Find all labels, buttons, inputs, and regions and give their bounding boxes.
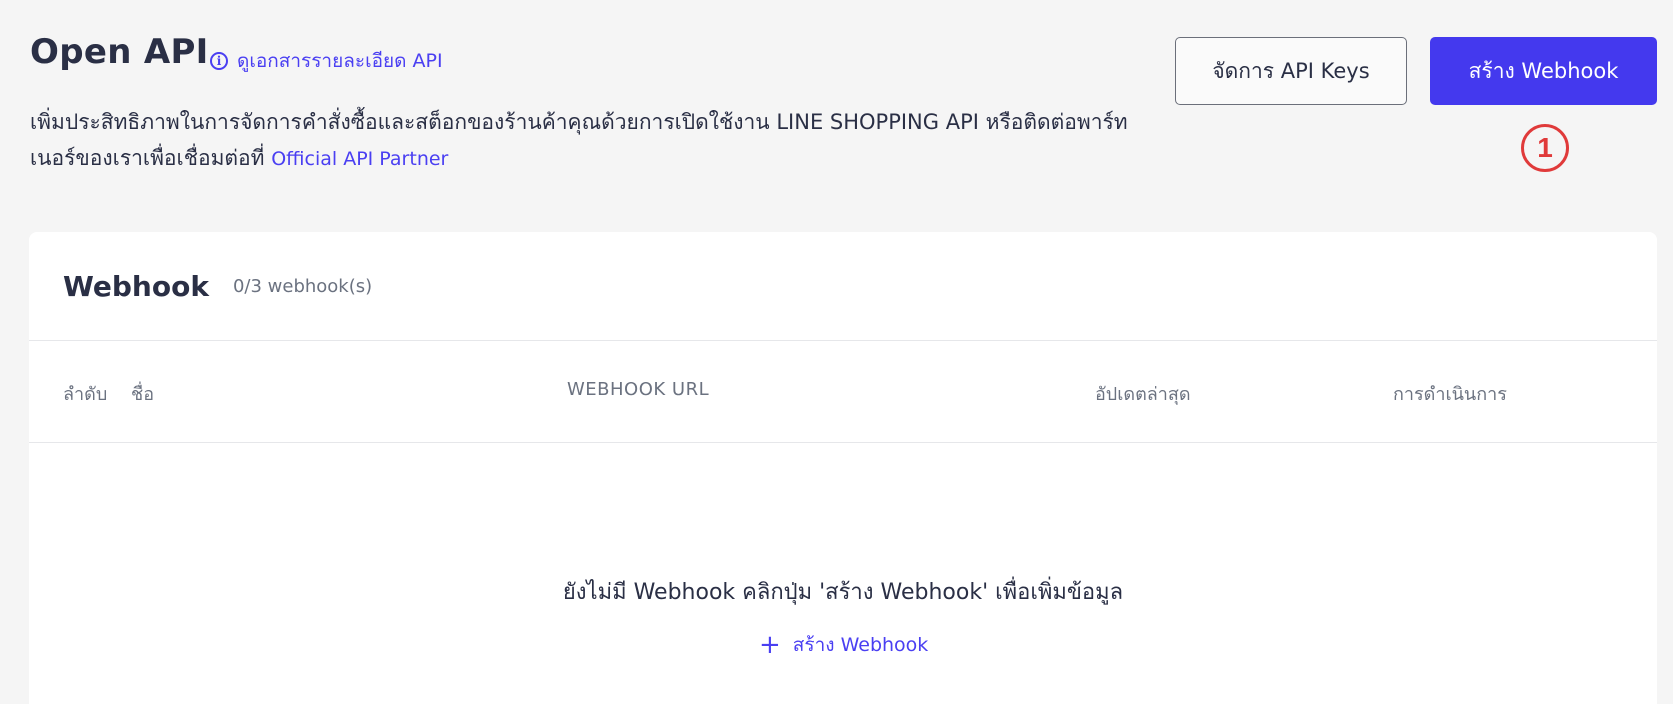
webhook-card: Webhook 0/3 webhook(s) ลำดับ ชื่อ WEBHOO… bbox=[29, 232, 1657, 704]
page-title: Open API bbox=[30, 32, 209, 72]
api-docs-link[interactable]: i ดูเอกสารรายละเอียด API bbox=[210, 46, 443, 76]
page-description: เพิ่มประสิทธิภาพในการจัดการคำสั่งซื้อและ… bbox=[30, 104, 1150, 177]
column-header-last-updated: อัปเดตล่าสุด bbox=[1095, 384, 1191, 405]
column-header-webhook-url: WEBHOOK URL bbox=[567, 379, 710, 400]
webhook-card-title: Webhook bbox=[63, 269, 209, 303]
open-api-page: Open API i ดูเอกสารรายละเอียด API เพิ่มป… bbox=[0, 0, 1673, 704]
official-api-partner-link[interactable]: Official API Partner bbox=[271, 148, 448, 170]
empty-state-create-webhook-link[interactable]: + สร้าง Webhook bbox=[759, 630, 928, 660]
webhook-table-header: ลำดับ ชื่อ WEBHOOK URL อัปเดตล่าสุด การด… bbox=[29, 341, 1657, 443]
api-docs-link-label: ดูเอกสารรายละเอียด API bbox=[237, 50, 443, 72]
step-marker: 1 bbox=[1521, 124, 1569, 172]
empty-state-create-label: สร้าง Webhook bbox=[792, 634, 929, 656]
webhook-count: 0/3 webhook(s) bbox=[232, 275, 373, 297]
webhook-card-header: Webhook 0/3 webhook(s) bbox=[29, 232, 1657, 341]
description-text: เพิ่มประสิทธิภาพในการจัดการคำสั่งซื้อและ… bbox=[30, 110, 1128, 170]
info-icon: i bbox=[210, 52, 228, 70]
column-header-name: ชื่อ bbox=[131, 384, 155, 405]
empty-state-message: ยังไม่มี Webhook คลิกปุ่ม 'สร้าง Webhook… bbox=[562, 580, 1124, 605]
column-header-order: ลำดับ bbox=[63, 384, 108, 405]
column-header-actions: การดำเนินการ bbox=[1393, 384, 1507, 405]
create-webhook-button[interactable]: สร้าง Webhook bbox=[1430, 37, 1657, 105]
manage-api-keys-button[interactable]: จัดการ API Keys bbox=[1175, 37, 1407, 105]
plus-icon: + bbox=[759, 630, 781, 660]
